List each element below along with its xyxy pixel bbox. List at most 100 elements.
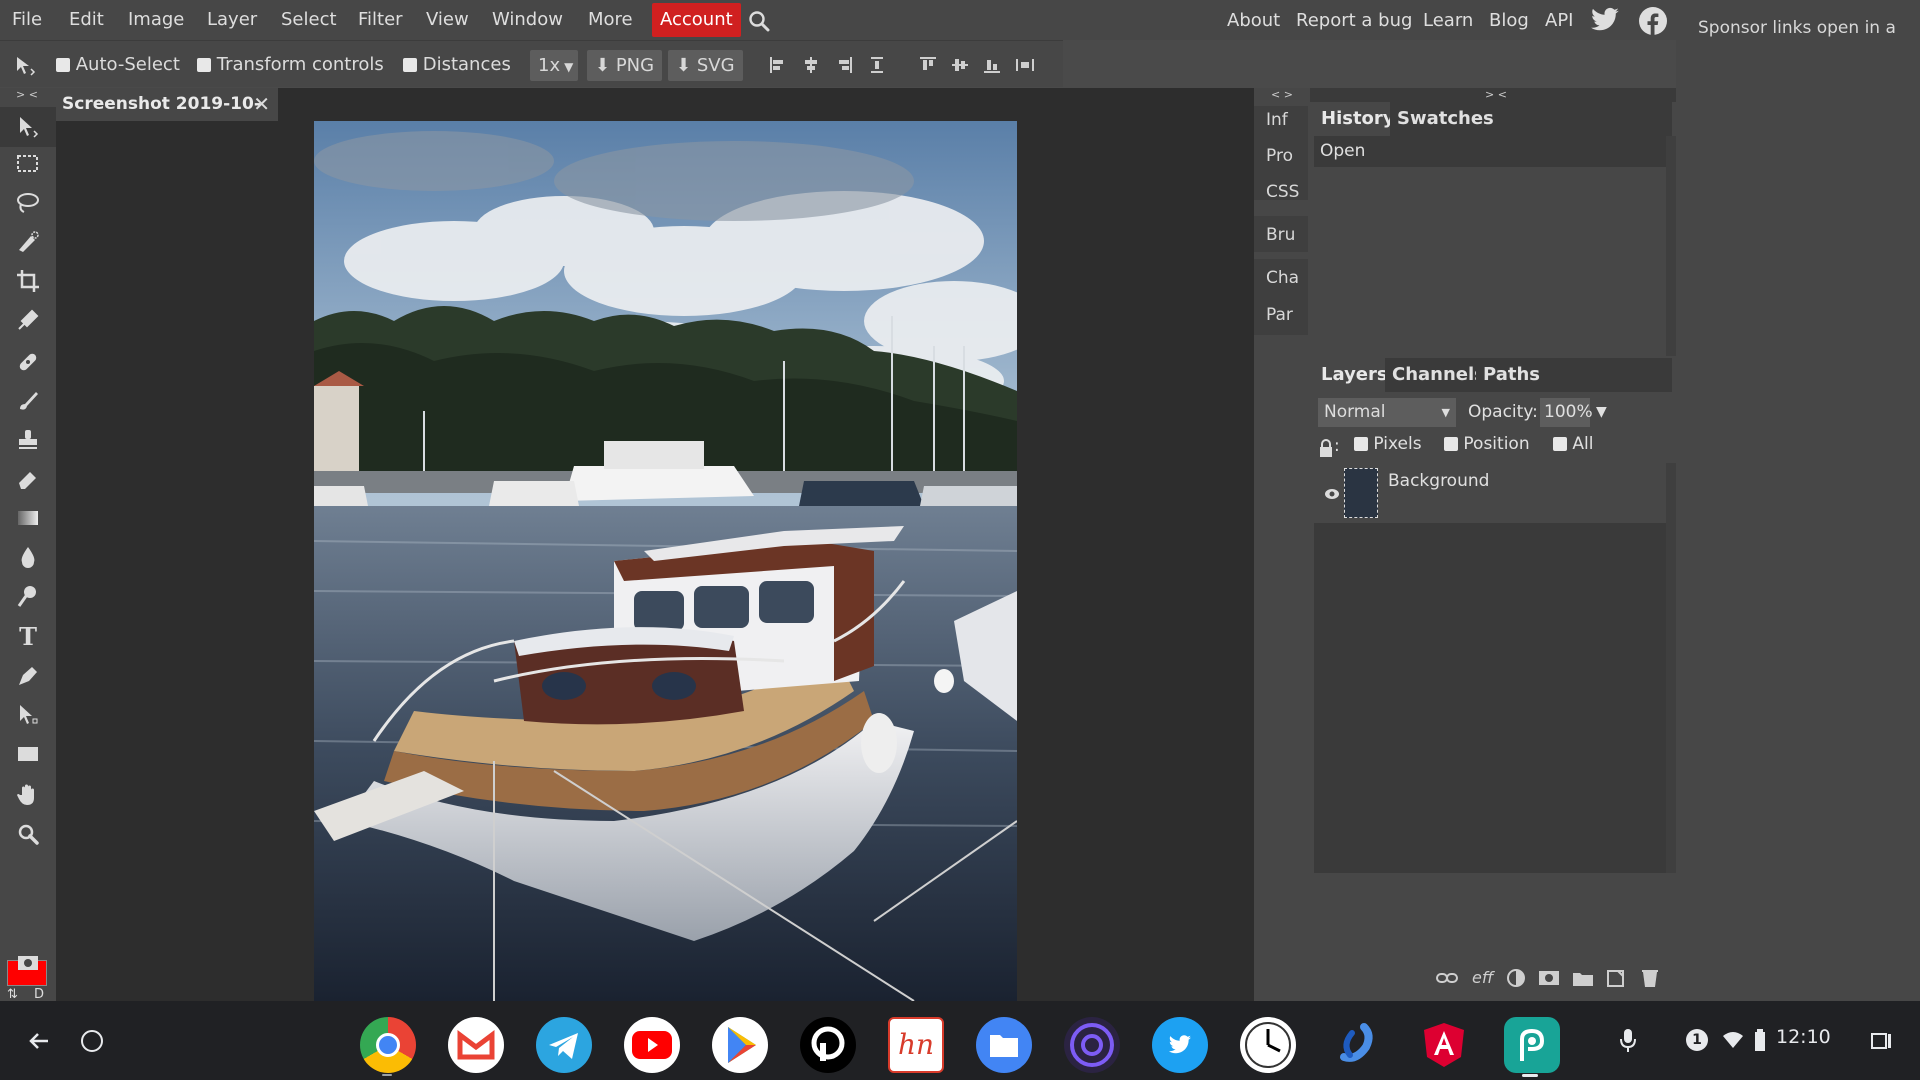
opacity-input[interactable]: 100% (1540, 398, 1593, 427)
chrome-icon[interactable] (360, 1017, 416, 1073)
export-png-button[interactable]: ⬇ PNG (587, 50, 663, 81)
distribute-horizontal-icon[interactable] (868, 55, 886, 75)
properties-panel-button[interactable]: Pro (1254, 138, 1308, 174)
gmail-icon[interactable] (448, 1017, 504, 1073)
blend-mode-select[interactable]: Normal ▼ (1318, 398, 1456, 427)
layer-row[interactable]: Background (1314, 463, 1666, 523)
menu-view[interactable]: View (420, 0, 475, 40)
eye-icon[interactable] (1324, 485, 1340, 499)
collapse-toggle-right[interactable]: > < (1485, 88, 1507, 101)
twitter-icon[interactable] (1590, 7, 1620, 35)
angular-icon[interactable] (1416, 1017, 1472, 1073)
new-layer-icon[interactable] (1606, 968, 1626, 988)
gradient-icon[interactable] (14, 504, 42, 532)
collapse-toggle[interactable]: > < (16, 88, 38, 101)
mask-mode-icon[interactable] (17, 954, 39, 972)
tab-history[interactable]: History (1314, 102, 1402, 136)
pen-icon[interactable] (14, 662, 42, 690)
learn-link[interactable]: Learn (1423, 0, 1473, 40)
shape-icon[interactable] (14, 740, 42, 768)
path-select-icon[interactable] (14, 701, 42, 729)
align-left-icon[interactable] (768, 55, 786, 75)
opacity-dropdown-icon[interactable]: ▼ (1596, 401, 1607, 423)
link-icon[interactable] (1435, 970, 1459, 986)
menu-more[interactable]: More (582, 0, 639, 40)
lock-pixels-checkbox[interactable]: Pixels (1354, 433, 1422, 455)
zoom-select[interactable]: 1x ▼ (530, 50, 578, 81)
history-entry[interactable]: Open (1314, 136, 1666, 167)
history-scrollbar[interactable] (1666, 136, 1676, 356)
photopea-icon[interactable] (1504, 1017, 1560, 1073)
blog-link[interactable]: Blog (1489, 0, 1529, 40)
menu-select[interactable]: Select (275, 0, 343, 40)
info-panel-button[interactable]: Inf (1254, 102, 1308, 138)
crop-icon[interactable] (14, 267, 42, 295)
distribute-vertical-icon[interactable] (1014, 55, 1036, 75)
image-canvas[interactable] (314, 121, 1017, 1001)
facebook-icon[interactable] (1638, 6, 1668, 36)
battery-icon[interactable] (1754, 1029, 1766, 1051)
text-icon[interactable]: T (14, 623, 42, 651)
collapse-toggle-mid[interactable]: < > (1271, 88, 1293, 101)
effects-icon[interactable]: eff (1472, 968, 1493, 987)
about-link[interactable]: About (1227, 0, 1280, 40)
telegram-icon[interactable] (536, 1017, 592, 1073)
quick-select-icon[interactable] (14, 228, 42, 256)
brush-icon[interactable] (14, 387, 42, 415)
zoom-icon[interactable] (14, 820, 42, 848)
default-colors-button[interactable]: D (34, 987, 44, 1002)
export-svg-button[interactable]: ⬇ SVG (668, 50, 743, 81)
hand-icon[interactable] (14, 781, 42, 809)
files-icon[interactable] (976, 1017, 1032, 1073)
align-center-icon[interactable] (802, 55, 820, 75)
menu-image[interactable]: Image (122, 0, 190, 40)
transform-controls-checkbox[interactable]: Transform controls (197, 41, 384, 88)
document-tab[interactable]: Screenshot 2019-10- ✕ (56, 88, 278, 121)
youtube-icon[interactable] (624, 1017, 680, 1073)
twitter-app-icon[interactable] (1152, 1017, 1208, 1073)
align-right-icon[interactable] (836, 55, 854, 75)
auto-select-checkbox[interactable]: Auto-Select (56, 41, 180, 88)
blur-icon[interactable] (14, 543, 42, 571)
menu-filter[interactable]: Filter (352, 0, 409, 40)
align-top-icon[interactable] (918, 55, 938, 75)
trash-icon[interactable] (1640, 968, 1660, 988)
menu-file[interactable]: File (6, 0, 48, 40)
account-button[interactable]: Account (652, 3, 741, 37)
hn-icon[interactable]: hn (888, 1017, 944, 1073)
menu-window[interactable]: Window (486, 0, 569, 40)
align-bottom-icon[interactable] (982, 55, 1002, 75)
tab-swatches[interactable]: Swatches (1390, 102, 1501, 136)
marquee-icon[interactable] (14, 150, 42, 178)
eraser-icon[interactable] (14, 465, 42, 493)
lock-all-checkbox[interactable]: All (1553, 433, 1593, 455)
css-panel-button[interactable]: CSS (1254, 174, 1308, 210)
shortcut-icon[interactable] (1328, 1017, 1384, 1073)
pocketcasts-icon[interactable] (800, 1017, 856, 1073)
healing-icon[interactable] (14, 348, 42, 376)
stamp-icon[interactable] (14, 426, 42, 454)
align-middle-icon[interactable] (950, 55, 970, 75)
lasso-icon[interactable] (14, 189, 42, 217)
wifi-icon[interactable] (1722, 1031, 1744, 1049)
paragraph-panel-button[interactable]: Par (1254, 297, 1308, 333)
adjustment-icon[interactable] (1506, 968, 1526, 988)
overview-icon[interactable] (1870, 1031, 1894, 1051)
home-icon[interactable] (81, 1030, 103, 1052)
close-icon[interactable]: ✕ (253, 88, 270, 121)
distances-checkbox[interactable]: Distances (403, 41, 511, 88)
clock-time[interactable]: 12:10 (1776, 1026, 1831, 1048)
tab-layers[interactable]: Layers (1314, 358, 1395, 392)
report-bug-link[interactable]: Report a bug (1296, 0, 1412, 40)
swap-colors-icon[interactable]: ⇅ (7, 987, 18, 1002)
lock-position-checkbox[interactable]: Position (1444, 433, 1530, 455)
play-store-icon[interactable] (712, 1017, 768, 1073)
back-icon[interactable] (24, 1026, 54, 1056)
dodge-icon[interactable] (14, 582, 42, 610)
notification-badge[interactable]: 1 (1686, 1029, 1708, 1051)
menu-edit[interactable]: Edit (63, 0, 110, 40)
folder-icon[interactable] (1572, 968, 1594, 988)
microphone-icon[interactable] (1618, 1027, 1638, 1055)
move-icon[interactable] (14, 113, 42, 141)
chromium-icon[interactable] (1064, 1017, 1120, 1073)
